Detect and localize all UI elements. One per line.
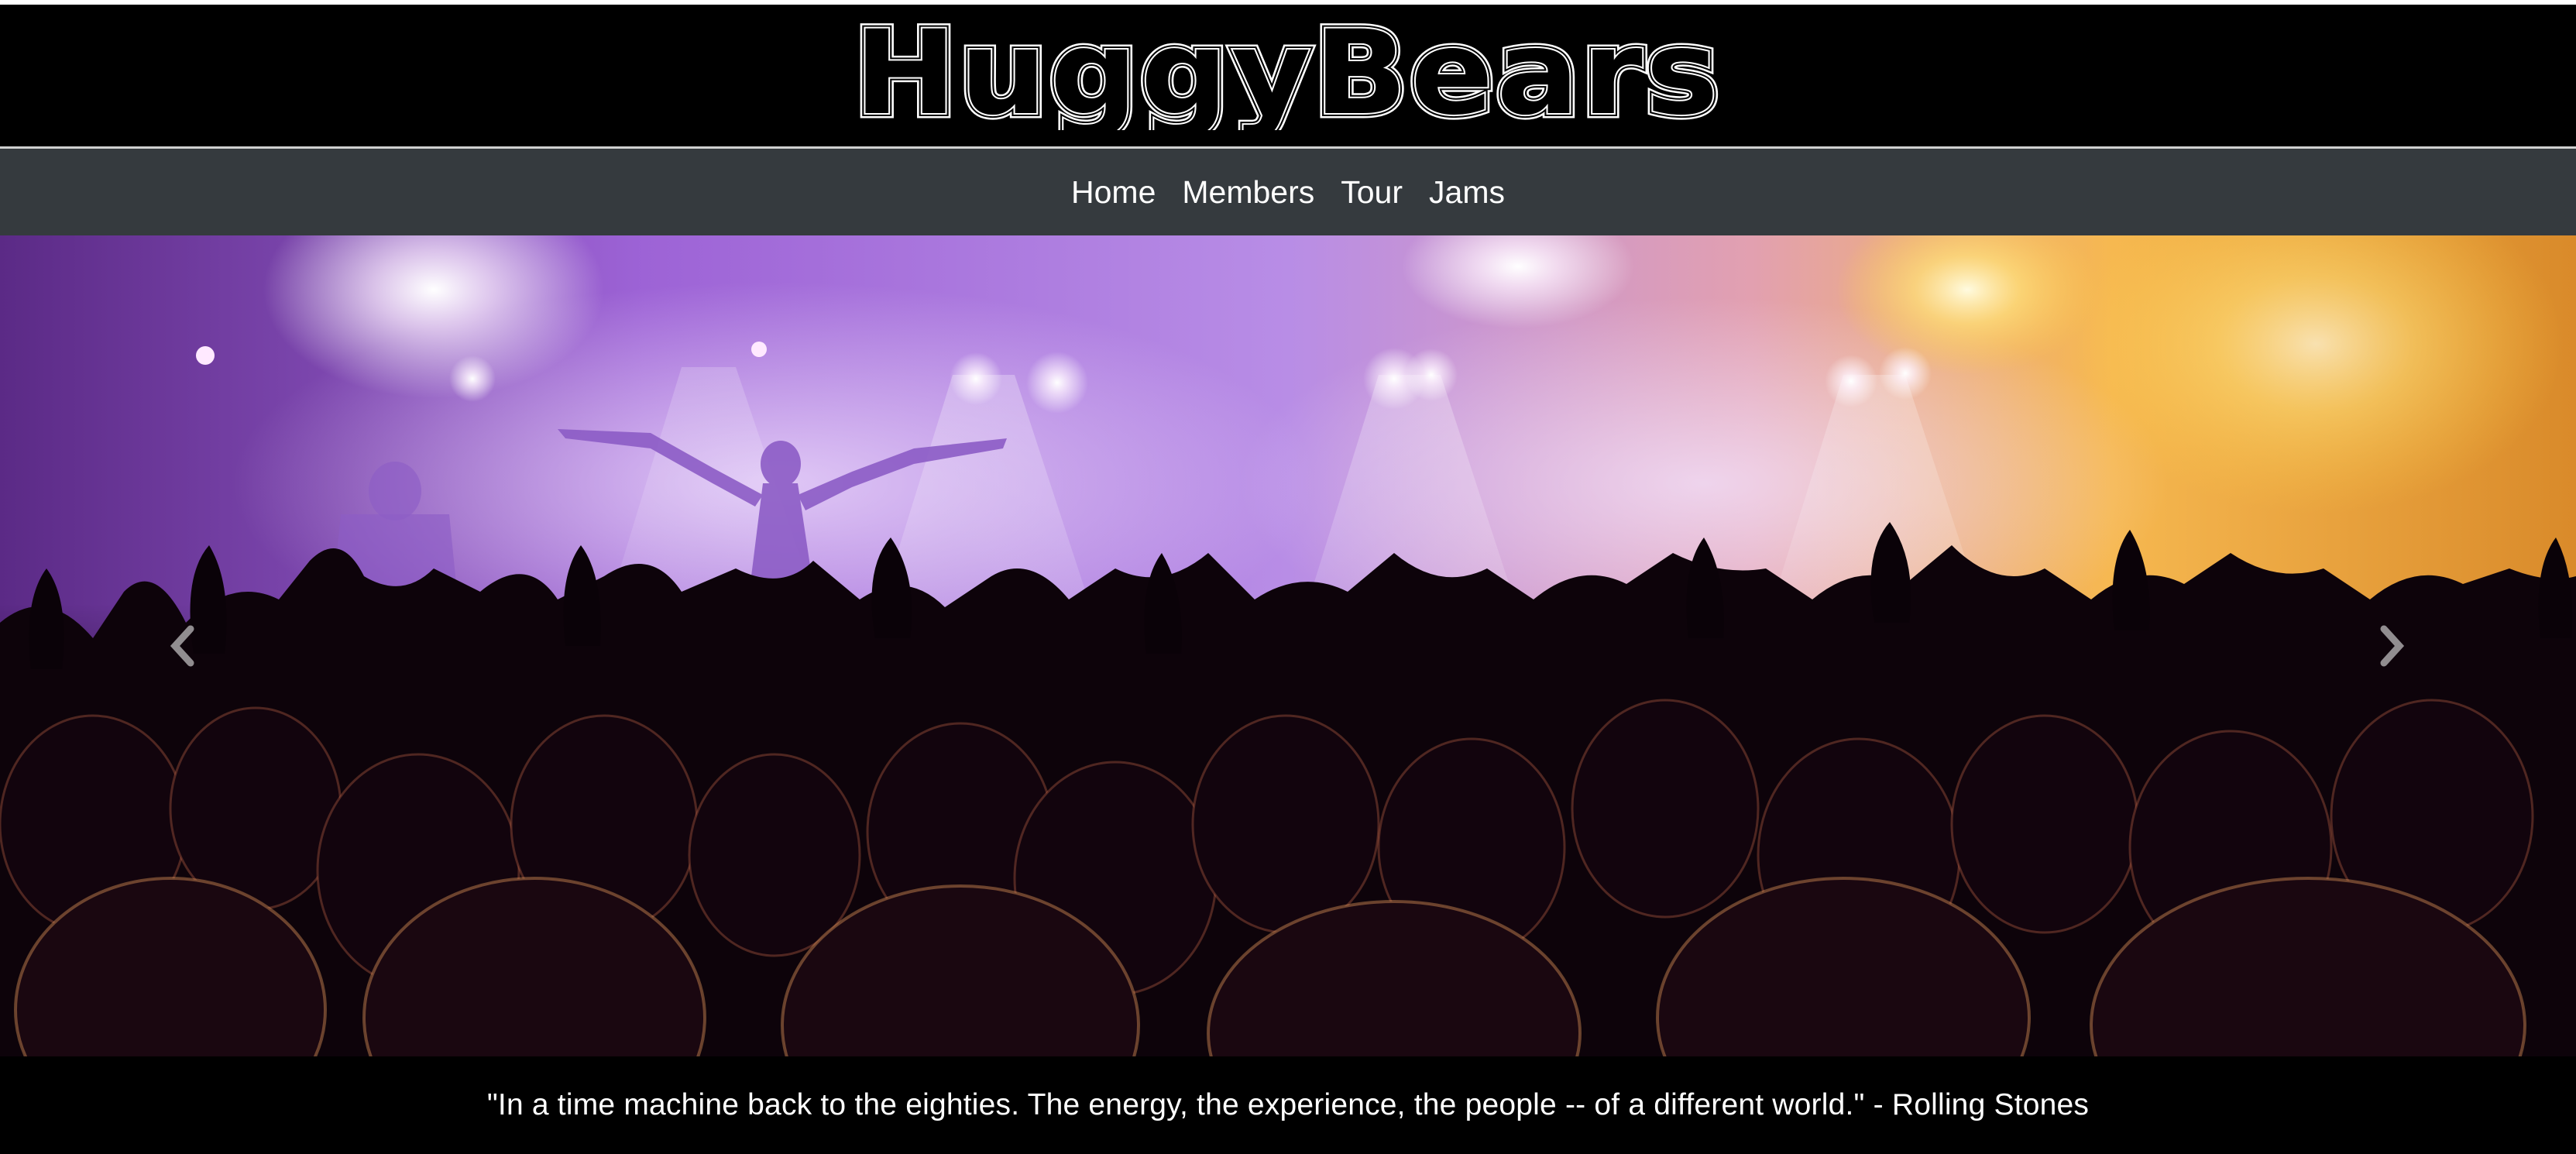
carousel-prev-button[interactable] xyxy=(160,615,206,677)
quote-caption-bar: "In a time machine back to the eighties.… xyxy=(0,1056,2576,1154)
chevron-left-icon xyxy=(170,625,194,667)
band-logo[interactable]: HuggyBears HuggyBears HuggyBears HuggyBe… xyxy=(844,14,1732,130)
chevron-right-icon xyxy=(2380,625,2405,667)
nav-home-link[interactable]: Home xyxy=(1071,176,1156,208)
svg-text:HuggyBears: HuggyBears xyxy=(854,14,1722,130)
band-quote: "In a time machine back to the eighties.… xyxy=(486,1088,2090,1121)
nav-members-link[interactable]: Members xyxy=(1182,176,1314,208)
nav-tour-link[interactable]: Tour xyxy=(1341,176,1403,208)
main-navbar: Home Members Tour Jams xyxy=(0,149,2576,235)
site-header: HuggyBears HuggyBears HuggyBears HuggyBe… xyxy=(0,5,2576,146)
nav-jams-link[interactable]: Jams xyxy=(1429,176,1505,208)
concert-crowd-image xyxy=(0,235,2576,1056)
carousel-next-button[interactable] xyxy=(2368,615,2415,677)
hero-carousel xyxy=(0,235,2576,1056)
